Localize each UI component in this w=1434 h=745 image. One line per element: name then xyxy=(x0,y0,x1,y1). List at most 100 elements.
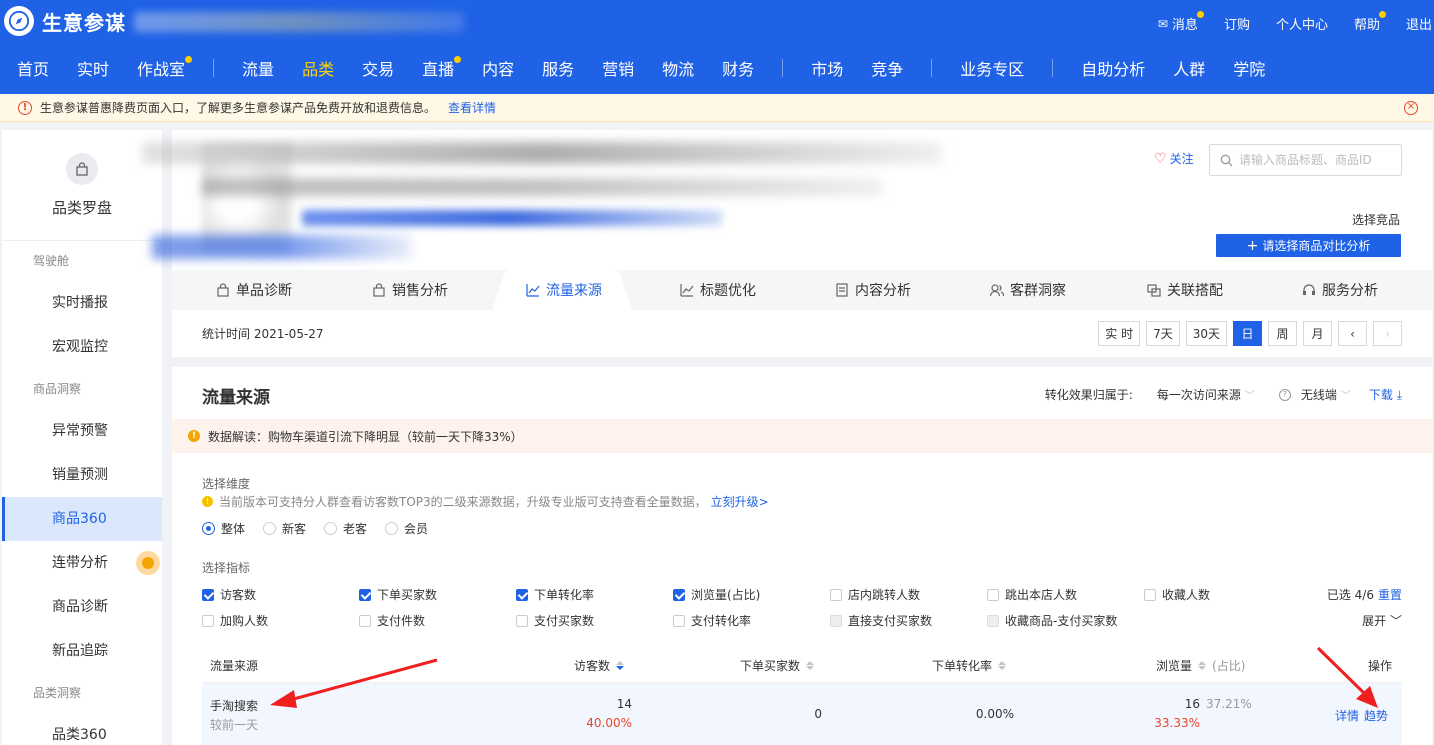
nav-item-4[interactable]: 品类 xyxy=(302,56,334,80)
nav-item-15[interactable]: 自助分析 xyxy=(1081,56,1145,80)
top-link-2[interactable]: 个人中心 xyxy=(1276,14,1328,33)
metric-checkbox-metrics_row1-4[interactable]: 店内跳转人数 xyxy=(830,586,920,603)
period-button-5[interactable]: 月 xyxy=(1303,321,1332,346)
metric-checkbox-metrics_row1-3[interactable]: 浏览量(占比) xyxy=(673,586,760,603)
tab-7[interactable]: 服务分析 xyxy=(1302,270,1378,310)
nav-item-1[interactable]: 实时 xyxy=(77,56,109,80)
sidebar-item-2-0[interactable]: 品类360 xyxy=(2,713,162,745)
segment-radio-1[interactable]: 新客 xyxy=(263,520,306,537)
metric-checkbox-metrics_row1-1[interactable]: 下单买家数 xyxy=(359,586,437,603)
period-button-1[interactable]: 7天 xyxy=(1146,321,1180,346)
nav-item-14[interactable]: 业务专区 xyxy=(960,56,1024,80)
sidebar-item-0-0[interactable]: 实时播报 xyxy=(2,281,162,325)
trend-link[interactable]: 趋势 xyxy=(1364,707,1388,724)
col-pageviews[interactable]: 浏览量 (占比) xyxy=(1156,647,1245,683)
top-link-1[interactable]: 订购 xyxy=(1224,14,1250,33)
visitors-value: 14 xyxy=(616,697,632,711)
tab-5[interactable]: 客群洞察 xyxy=(990,270,1066,310)
segment-radio-0[interactable]: 整体 xyxy=(202,520,245,537)
sidebar-item-1-1[interactable]: 销量预测 xyxy=(2,453,162,497)
sidebar-item-label: 新品追踪 xyxy=(52,643,108,659)
shopping-bag-icon xyxy=(66,152,98,185)
period-button-4[interactable]: 周 xyxy=(1268,321,1297,346)
nav-item-17[interactable]: 学院 xyxy=(1233,56,1265,80)
sidebar-item-1-3[interactable]: 连带分析 xyxy=(2,541,162,585)
top-link-0[interactable]: ✉ 消息 xyxy=(1158,11,1204,33)
metric-checkbox-metrics_row1-2[interactable]: 下单转化率 xyxy=(516,586,594,603)
sidebar-item-0-1[interactable]: 宏观监控 xyxy=(2,325,162,369)
checkbox-box xyxy=(987,588,999,601)
badge-orb-icon xyxy=(136,551,160,575)
nav-item-0[interactable]: 首页 xyxy=(17,56,49,80)
col-conversion[interactable]: 下单转化率 xyxy=(932,647,1007,683)
tab-3[interactable]: 标题优化 xyxy=(680,270,756,310)
notification-dot xyxy=(1378,11,1386,18)
metric-checkbox-metrics_row1-6[interactable]: 收藏人数 xyxy=(1144,586,1210,603)
notice-link[interactable]: 查看详情 xyxy=(448,99,496,116)
expand-button[interactable]: 展开 ﹀ xyxy=(1362,612,1402,629)
nav-item-16[interactable]: 人群 xyxy=(1173,56,1205,80)
product-search[interactable] xyxy=(1209,144,1402,176)
tab-2[interactable]: 流量来源 xyxy=(526,270,602,310)
search-input[interactable] xyxy=(1239,153,1399,167)
top-link-3[interactable]: 帮助 xyxy=(1354,11,1386,33)
sidebar-item-label: 品类360 xyxy=(52,727,107,743)
col-buyers[interactable]: 下单买家数 xyxy=(740,647,815,683)
nav-item-13[interactable]: 竞争 xyxy=(871,56,903,80)
upgrade-link[interactable]: 立刻升级> xyxy=(711,493,769,510)
tab-1[interactable]: 销售分析 xyxy=(372,270,448,310)
nav-item-10[interactable]: 物流 xyxy=(662,56,694,80)
compare-button[interactable]: + 请选择商品对比分析 xyxy=(1216,234,1401,257)
tab-0[interactable]: 单品诊断 xyxy=(216,270,292,310)
download-button[interactable]: 下载 ⤓ xyxy=(1369,386,1402,403)
nav-item-2[interactable]: 作战室 xyxy=(137,56,193,80)
traffic-source-card: 流量来源 转化效果归属于: 每一次访问来源 ﹀ ? 无线端 ﹀ 下载 ⤓ ! 数据解… xyxy=(172,367,1432,745)
nav-item-7[interactable]: 内容 xyxy=(482,56,514,80)
next-arrow-icon[interactable]: › xyxy=(1373,321,1402,346)
nav-item-8[interactable]: 服务 xyxy=(542,56,574,80)
analysis-tabs: 单品诊断 销售分析 流量来源 标题优化 内容分析 客群洞察 关联搭配 服务分析 xyxy=(172,270,1432,310)
tab-label: 客群洞察 xyxy=(1010,283,1066,299)
device-select[interactable]: 无线端 ﹀ xyxy=(1301,386,1351,403)
nav-item-6[interactable]: 直播 xyxy=(422,56,462,80)
sidebar-item-1-4[interactable]: 商品诊断 xyxy=(2,585,162,629)
nav-item-12[interactable]: 市场 xyxy=(811,56,843,80)
metric-checkbox-metrics_row1-5[interactable]: 跳出本店人数 xyxy=(987,586,1077,603)
col-visitors[interactable]: 访客数 xyxy=(574,647,625,683)
sidebar-item-1-2[interactable]: 商品360 xyxy=(2,497,162,541)
close-icon[interactable]: × xyxy=(1404,101,1418,115)
nav-item-9[interactable]: 营销 xyxy=(602,56,634,80)
metric-checkbox-metrics_row2-2[interactable]: 支付买家数 xyxy=(516,612,594,629)
prev-arrow-icon[interactable]: ‹ xyxy=(1338,321,1367,346)
detail-link[interactable]: 详情 xyxy=(1335,707,1359,724)
warning-icon: ! xyxy=(202,496,213,507)
segment-radio-3[interactable]: 会员 xyxy=(385,520,428,537)
compare-label: 较前一天 xyxy=(210,718,259,732)
reset-button[interactable]: 重置 xyxy=(1378,588,1402,602)
tab-4[interactable]: 内容分析 xyxy=(835,270,911,310)
segment-radio-2[interactable]: 老客 xyxy=(324,520,367,537)
follow-button[interactable]: ♡ 关注 xyxy=(1154,150,1194,167)
nav-item-11[interactable]: 财务 xyxy=(722,56,754,80)
metric-checkbox-metrics_row2-1[interactable]: 支付件数 xyxy=(359,612,425,629)
tab-6[interactable]: 关联搭配 xyxy=(1147,270,1223,310)
brand[interactable]: 生意参谋 xyxy=(4,4,464,38)
help-icon[interactable]: ? xyxy=(1278,388,1291,401)
attribution-select[interactable]: 每一次访问来源 ﹀ xyxy=(1157,386,1255,403)
sidebar-item-1-0[interactable]: 异常预警 xyxy=(2,409,162,453)
sidebar-item-1-5[interactable]: 新品追踪 xyxy=(2,629,162,673)
top-links: ✉ 消息 订购 个人中心 帮助 退出 xyxy=(1158,11,1432,33)
sidebar-item-label: 异常预警 xyxy=(52,423,108,439)
period-button-2[interactable]: 30天 xyxy=(1185,321,1227,346)
period-button-0[interactable]: 实 时 xyxy=(1098,321,1141,346)
period-button-3[interactable]: 日 xyxy=(1233,321,1262,346)
nav-item-3[interactable]: 流量 xyxy=(242,56,274,80)
metric-checkbox-metrics_row1-0[interactable]: 访客数 xyxy=(202,586,256,603)
source-name[interactable]: 手淘搜索 xyxy=(210,697,258,714)
nav-divider xyxy=(213,59,215,77)
metric-checkbox-metrics_row2-0[interactable]: 加购人数 xyxy=(202,612,268,629)
compass-logo-icon xyxy=(4,6,34,36)
nav-item-5[interactable]: 交易 xyxy=(362,56,394,80)
metric-checkbox-metrics_row2-3[interactable]: 支付转化率 xyxy=(673,612,751,629)
top-link-4[interactable]: 退出 xyxy=(1406,14,1432,33)
